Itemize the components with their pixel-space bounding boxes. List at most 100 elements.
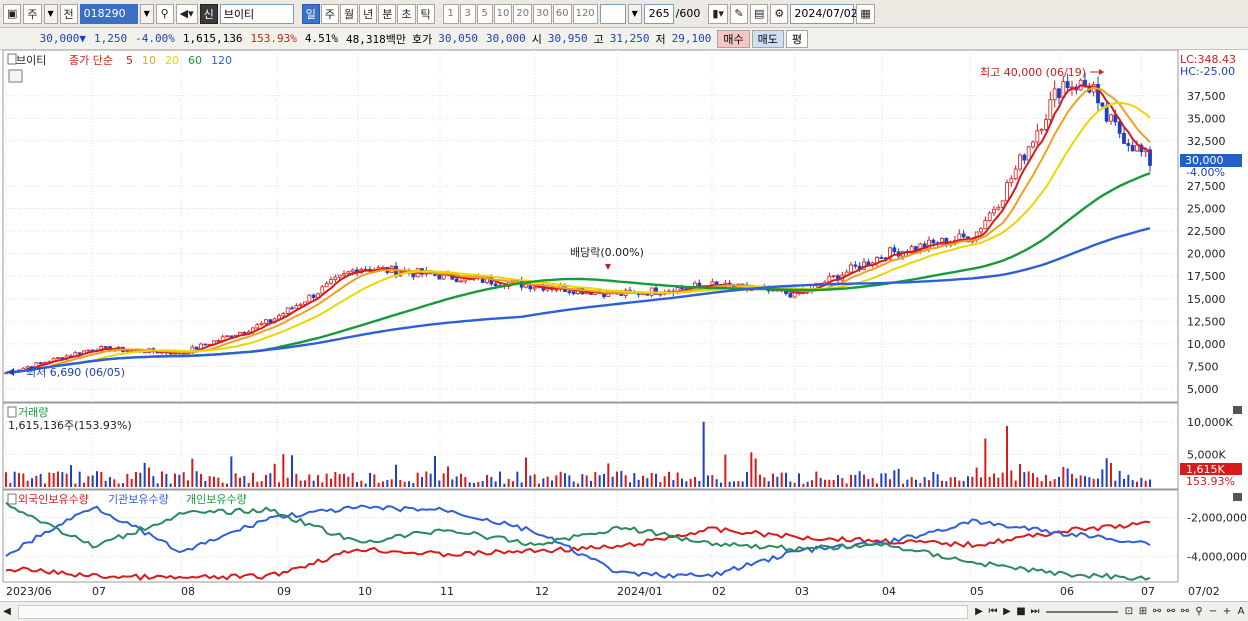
volume-bar <box>533 474 536 487</box>
volume-value: 1,615,136 <box>182 32 243 45</box>
volume-bar <box>126 473 129 487</box>
volume-bar <box>403 481 406 487</box>
tool-icon-5[interactable]: ⚯ <box>1178 604 1192 620</box>
stock-code-input[interactable]: 018290 <box>79 3 138 24</box>
volume-bar <box>1071 473 1073 487</box>
zoom-out-icon[interactable]: − <box>1206 604 1220 620</box>
volume-bar <box>1001 472 1004 487</box>
ma-legend-item[interactable]: 120 <box>211 54 232 67</box>
interval-tab-4[interactable]: 20 <box>513 3 533 24</box>
interval-custom-field[interactable] <box>599 3 626 24</box>
play-icon[interactable]: ▶ <box>1000 604 1014 620</box>
volume-ratio: 153.93% <box>250 32 297 45</box>
period-tab-3[interactable]: 년 <box>359 3 378 24</box>
volume-bar <box>31 478 33 487</box>
search-icon[interactable]: ⚲ <box>155 3 174 24</box>
volume-bar <box>87 476 90 487</box>
count-field[interactable]: 265 <box>643 3 674 24</box>
interval-tab-0[interactable]: 1 <box>442 3 459 24</box>
buy-button[interactable]: 매수 <box>717 29 750 48</box>
interval-tab-1[interactable]: 3 <box>459 3 476 24</box>
volume-bar <box>1127 474 1130 487</box>
calculator-icon[interactable] <box>8 69 23 83</box>
candle-type-icon[interactable]: ▮▾ <box>708 3 728 24</box>
volume-bar <box>507 478 510 487</box>
candle-body <box>333 276 338 280</box>
ma-legend-item[interactable]: 60 <box>188 54 202 67</box>
sell-button[interactable]: 매도 <box>751 29 784 48</box>
candle-body <box>1018 154 1022 170</box>
chart-svg[interactable]: 37,500 35,000 32,500 27,500 25,000 22,500 20,0… <box>0 49 1248 601</box>
period-tab-5[interactable]: 초 <box>397 3 416 24</box>
period-select[interactable]: 주 <box>23 3 42 24</box>
interval-tab-5[interactable]: 30 <box>533 3 552 24</box>
interval-tab-2[interactable]: 5 <box>476 3 493 24</box>
volume-tick-label: 10,000K <box>1187 416 1233 429</box>
period-tab-0[interactable]: 일 <box>301 3 320 24</box>
code-dropdown-icon[interactable]: ▼ <box>139 3 154 24</box>
volume-bar <box>815 471 818 487</box>
zoom-in-icon[interactable]: + <box>1220 604 1234 620</box>
tool-icon-1[interactable]: ⊡ <box>1122 604 1136 620</box>
calendar-icon[interactable]: ▦ <box>856 3 875 24</box>
tool-icon-4[interactable]: ⚯ <box>1164 604 1178 620</box>
interval-tab-7[interactable]: 120 <box>572 3 598 24</box>
volume-bar <box>22 473 25 487</box>
zoom-slider[interactable] <box>1046 610 1118 613</box>
scroll-track[interactable] <box>18 604 968 619</box>
period-tab-6[interactable]: 틱 <box>416 3 435 24</box>
volume-bar <box>707 475 709 487</box>
scroll-bar[interactable]: ◀ ▶ ⏮ ▶ ■ ⏭ ⊡ ⊞ ⚯ ⚯ ⚯ ⚲ − + A <box>0 601 1248 621</box>
gear-icon[interactable]: ⚙ <box>770 3 789 24</box>
volume-bar <box>61 472 64 487</box>
draw-tool-icon[interactable]: ✎ <box>729 3 748 24</box>
interval-tab-3[interactable]: 10 <box>493 3 513 24</box>
interval-tab-6[interactable]: 60 <box>552 3 572 24</box>
volume-bar <box>902 483 904 487</box>
ma-legend-item[interactable]: 5 <box>126 54 133 67</box>
high-label: 고 <box>593 32 604 46</box>
save-icon[interactable]: ▤ <box>749 3 769 24</box>
font-size-icon[interactable]: A <box>1234 604 1248 620</box>
volume-close-icon[interactable] <box>1233 406 1242 414</box>
chart-area[interactable]: 37,500 35,000 32,500 27,500 25,000 22,500 20,0… <box>0 49 1248 601</box>
ma-legend-item[interactable]: 10 <box>142 54 156 67</box>
chevron-down-icon[interactable]: ▼ <box>43 3 58 24</box>
volume-bar <box>603 473 605 487</box>
interval-dropdown-icon[interactable]: ▼ <box>627 3 642 24</box>
holding-panel-frame <box>2 489 1179 583</box>
volume-bar <box>1032 473 1034 487</box>
scroll-left-icon[interactable]: ◀ <box>0 604 14 620</box>
average-button[interactable]: 평 <box>785 29 808 48</box>
prev-button[interactable]: 전 <box>59 3 78 24</box>
volume-bar <box>824 479 826 487</box>
stock-name-field[interactable]: 브이티 <box>219 3 294 24</box>
scroll-right-icon[interactable]: ▶ <box>972 604 986 620</box>
period-tab-2[interactable]: 월 <box>340 3 359 24</box>
tool-icon-2[interactable]: ⊞ <box>1136 604 1150 620</box>
volume-bar <box>993 473 995 487</box>
volume-bar <box>763 477 766 487</box>
period-tab-4[interactable]: 분 <box>378 3 397 24</box>
volume-bar <box>1140 477 1143 487</box>
layout-icon[interactable]: ▣ <box>3 3 22 24</box>
candle-body <box>1031 141 1035 148</box>
volume-bar <box>399 480 402 487</box>
period-tab-1[interactable]: 주 <box>320 3 340 24</box>
tool-icon-3[interactable]: ⚯ <box>1150 604 1164 620</box>
volume-bar <box>52 473 55 487</box>
volume-bar <box>369 472 371 487</box>
tool-icon-6[interactable]: ⚲ <box>1192 604 1206 620</box>
holding-close-icon[interactable] <box>1233 493 1242 501</box>
rewind-icon[interactable]: ⏮ <box>986 604 1000 620</box>
candle-body <box>203 343 208 346</box>
volume-bar <box>1131 480 1134 487</box>
speaker-icon[interactable]: ◀▾ <box>175 3 198 24</box>
ma-legend-item[interactable]: 20 <box>165 54 179 67</box>
forward-icon[interactable]: ⏭ <box>1028 604 1042 620</box>
candle-body <box>350 269 355 273</box>
candle-body <box>1044 119 1048 130</box>
stop-icon[interactable]: ■ <box>1014 604 1028 620</box>
date-field[interactable]: 2024/07/02 <box>790 3 858 24</box>
turnover-rate: 4.51% <box>304 32 338 45</box>
